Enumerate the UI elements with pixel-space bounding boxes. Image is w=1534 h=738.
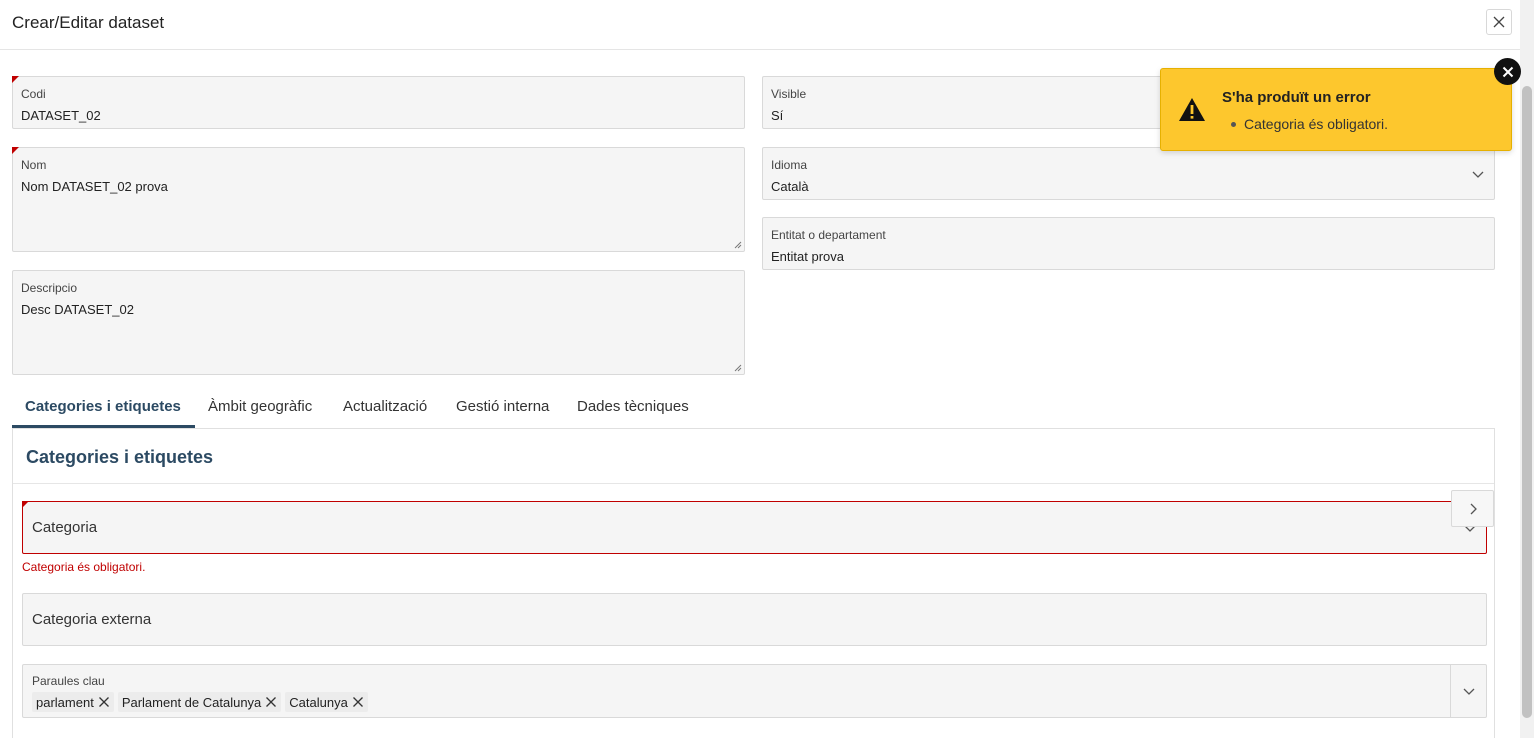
bullet-icon [1231, 121, 1236, 127]
remove-tag-icon[interactable] [98, 696, 110, 708]
remove-tag-icon[interactable] [352, 696, 364, 708]
close-icon [1493, 16, 1505, 28]
categoria-select[interactable]: Categoria [22, 501, 1487, 554]
scrollbar[interactable] [1520, 0, 1534, 738]
dialog-close-button[interactable] [1486, 9, 1512, 35]
dialog-title: Crear/Editar dataset [12, 13, 165, 32]
tag-chip: Parlament de Catalunya [117, 692, 282, 712]
entitat-label: Entitat o departament [771, 228, 886, 242]
nom-field[interactable]: Nom Nom DATASET_02 prova [12, 147, 745, 252]
codi-field[interactable]: Codi DATASET_02 [12, 76, 745, 129]
chevron-right-icon [1470, 503, 1477, 514]
toast-title: S'ha produït un error [1222, 89, 1371, 106]
categoria-externa-field[interactable]: Categoria externa [22, 593, 1487, 646]
visible-value: Sí [771, 108, 784, 123]
tab-panel: Categories i etiquetes Categoria Categor… [12, 428, 1495, 738]
toast-close-button[interactable] [1494, 58, 1521, 85]
warning-icon [1179, 98, 1205, 121]
descripcio-value: Desc DATASET_02 [21, 302, 134, 317]
chevron-down-icon [1463, 688, 1474, 695]
categoria-error: Categoria és obligatori. [22, 560, 146, 574]
chevron-down-icon[interactable] [1472, 168, 1484, 180]
idioma-select[interactable]: Idioma Català [762, 147, 1495, 200]
entitat-value: Entitat prova [771, 249, 844, 264]
tag-chip: parlament [32, 692, 114, 712]
scrollbar-thumb[interactable] [1522, 86, 1532, 718]
panel-divider [13, 483, 1494, 484]
toast-message-text: Categoria és obligatori. [1244, 116, 1388, 132]
tab-bar: Categories i etiquetes Àmbit geogràfic A… [12, 386, 1495, 428]
descripcio-field[interactable]: Descripcio Desc DATASET_02 [12, 270, 745, 375]
paraules-clau-label: Paraules clau [32, 674, 105, 688]
tab-categories[interactable]: Categories i etiquetes [25, 398, 181, 415]
categoria-placeholder: Categoria [32, 519, 98, 536]
panel-heading: Categories i etiquetes [26, 447, 214, 467]
tag-chip: Catalunya [285, 692, 368, 712]
tag-list: parlament Parlament de Catalunya Catalun… [32, 692, 368, 712]
toast-message: Categoria és obligatori. [1231, 116, 1388, 132]
codi-label: Codi [21, 87, 46, 101]
tag-label: Catalunya [289, 694, 348, 710]
dialog-header: Crear/Editar dataset [0, 0, 1520, 50]
close-icon [1502, 66, 1513, 77]
resize-grip-icon[interactable] [734, 241, 742, 249]
codi-value: DATASET_02 [21, 108, 101, 123]
nom-value: Nom DATASET_02 prova [21, 179, 168, 194]
resize-grip-icon[interactable] [734, 364, 742, 372]
nom-label: Nom [21, 158, 47, 172]
idioma-value: Català [771, 179, 809, 194]
descripcio-label: Descripcio [21, 281, 78, 295]
tab-actualitzacio[interactable]: Actualització [343, 398, 427, 415]
tab-gestio-interna[interactable]: Gestió interna [456, 398, 549, 415]
error-toast: S'ha produït un error Categoria és oblig… [1160, 68, 1512, 151]
paraules-clau-dropdown-button[interactable] [1450, 665, 1486, 717]
categoria-externa-placeholder: Categoria externa [32, 611, 152, 628]
tag-label: parlament [36, 694, 94, 710]
side-panel-toggle-button[interactable] [1451, 490, 1494, 527]
visible-label: Visible [771, 87, 807, 101]
tab-ambit-geografic[interactable]: Àmbit geogràfic [208, 398, 312, 415]
remove-tag-icon[interactable] [265, 696, 277, 708]
entitat-field[interactable]: Entitat o departament Entitat prova [762, 217, 1495, 270]
paraules-clau-field[interactable]: Paraules clau parlament Parlament de Cat… [22, 664, 1487, 718]
tab-dades-tecniques[interactable]: Dades tècniques [577, 398, 689, 415]
idioma-label: Idioma [771, 158, 808, 172]
tag-label: Parlament de Catalunya [121, 694, 262, 710]
